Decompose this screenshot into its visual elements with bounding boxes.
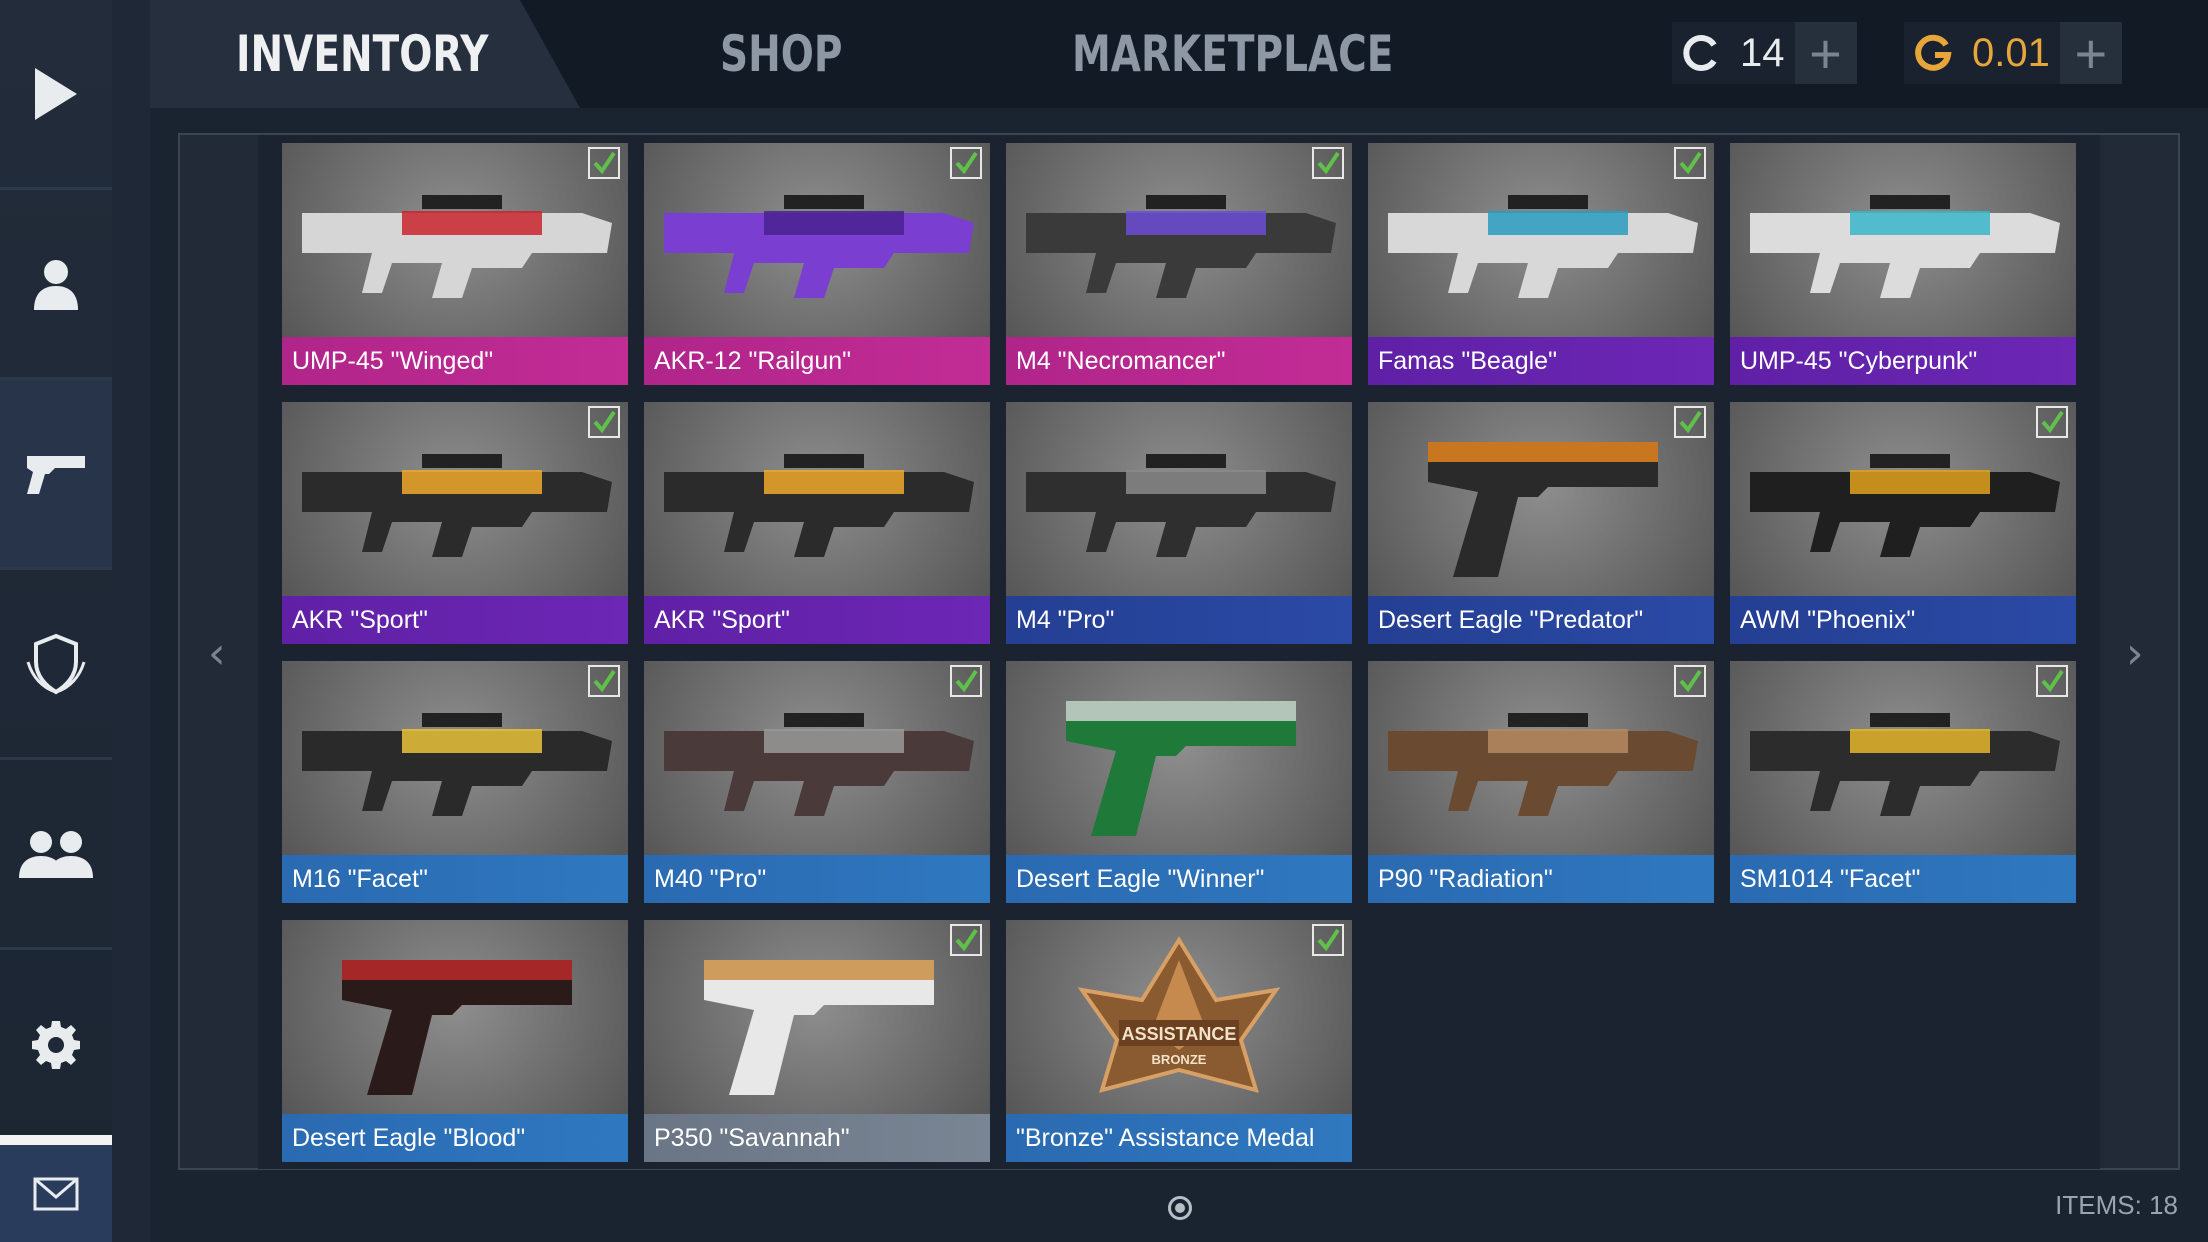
inventory-item-card[interactable]: M16 "Facet": [282, 661, 628, 903]
items-count: ITEMS: 18: [2055, 1190, 2178, 1220]
svg-text:ASSISTANCE: ASSISTANCE: [1122, 1024, 1237, 1044]
equipped-check-icon: [1674, 665, 1706, 697]
inventory-item-card[interactable]: P90 "Radiation": [1368, 661, 1714, 903]
svg-text:BRONZE: BRONZE: [1152, 1052, 1207, 1067]
item-name: M16 "Facet": [282, 855, 628, 903]
tab-marketplace[interactable]: MARKETPLACE: [1072, 22, 1393, 86]
weapon-image: [704, 960, 934, 1095]
item-name: M4 "Necromancer": [1006, 337, 1352, 385]
clan-button[interactable]: [0, 570, 112, 760]
item-name: AKR "Sport": [282, 596, 628, 644]
equipped-check-icon: [950, 665, 982, 697]
inventory-item-card[interactable]: AWM "Phoenix": [1730, 402, 2076, 644]
inventory-item-card[interactable]: Famas "Beagle": [1368, 143, 1714, 385]
inventory-item-card[interactable]: M4 "Pro": [1006, 402, 1352, 644]
inventory-item-card[interactable]: AKR-12 "Railgun": [644, 143, 990, 385]
inventory-item-card[interactable]: AKR "Sport": [282, 402, 628, 644]
friends-button[interactable]: [0, 760, 112, 950]
equipped-check-icon: [588, 147, 620, 179]
inventory-item-card[interactable]: UMP-45 "Cyberpunk": [1730, 143, 2076, 385]
item-name: Desert Eagle "Winner": [1006, 855, 1352, 903]
inventory-item-card[interactable]: SM1014 "Facet": [1730, 661, 2076, 903]
settings-icon: [32, 1021, 80, 1069]
item-name: UMP-45 "Winged": [282, 337, 628, 385]
weapon-image: [664, 195, 974, 298]
inventory-item-card[interactable]: P350 "Savannah": [644, 920, 990, 1162]
weapon-image: [1026, 454, 1336, 557]
add-credits-button[interactable]: +: [1794, 22, 1857, 85]
item-name: AWM "Phoenix": [1730, 596, 2076, 644]
inventory-item-card[interactable]: Desert Eagle "Predator": [1368, 402, 1714, 644]
inventory-item-card[interactable]: Desert Eagle "Blood": [282, 920, 628, 1162]
item-name: P90 "Radiation": [1368, 855, 1714, 903]
item-name: M4 "Pro": [1006, 596, 1352, 644]
prev-page-arrow[interactable]: ‹: [208, 628, 226, 679]
item-name: UMP-45 "Cyberpunk": [1730, 337, 2076, 385]
weapon-image: [302, 195, 612, 298]
equipped-check-icon: [2036, 665, 2068, 697]
equipped-check-icon: [1312, 147, 1344, 179]
equipped-check-icon: [2036, 406, 2068, 438]
item-name: Desert Eagle "Blood": [282, 1114, 628, 1162]
profile-icon: [34, 259, 78, 310]
credits-value: 14: [1740, 30, 1785, 75]
item-name: AKR "Sport": [644, 596, 990, 644]
credits-balance: 14 +: [1672, 22, 1857, 85]
item-name: Famas "Beagle": [1368, 337, 1714, 385]
inventory-item-card[interactable]: M40 "Pro": [644, 661, 990, 903]
weapon-image: [1428, 442, 1658, 577]
settings-button[interactable]: [0, 950, 112, 1140]
inventory-item-card[interactable]: UMP-45 "Winged": [282, 143, 628, 385]
play-button[interactable]: [0, 0, 112, 190]
inventory-nav-button[interactable]: [0, 380, 112, 570]
weapon-image: [1388, 195, 1698, 298]
inventory-item-card[interactable]: ASSISTANCE BRONZE "Bronze" Assistance Meda…: [1006, 920, 1352, 1162]
inventory-gun-icon: [27, 455, 85, 494]
inventory-item-card[interactable]: Desert Eagle "Winner": [1006, 661, 1352, 903]
credits-icon: [1672, 22, 1730, 84]
equipped-check-icon: [1674, 147, 1706, 179]
weapon-image: [1066, 701, 1296, 836]
weapon-image: [664, 713, 974, 816]
equipped-check-icon: [950, 924, 982, 956]
tab-shop[interactable]: SHOP: [720, 22, 842, 86]
equipped-check-icon: [950, 147, 982, 179]
item-name: AKR-12 "Railgun": [644, 337, 990, 385]
weapon-image: [1388, 713, 1698, 816]
page-indicator: [1168, 1196, 1192, 1220]
mail-button[interactable]: [0, 1135, 112, 1242]
clan-shield-icon: [26, 633, 86, 694]
weapon-image: [1026, 195, 1336, 298]
next-page-arrow[interactable]: ›: [2126, 628, 2144, 679]
play-icon: [35, 67, 77, 120]
equipped-check-icon: [1312, 924, 1344, 956]
mail-icon: [33, 1177, 79, 1210]
tab-inventory[interactable]: INVENTORY: [236, 22, 489, 86]
gold-value: 0.01: [1972, 30, 2050, 75]
gold-icon: [1904, 22, 1962, 84]
weapon-image: [664, 454, 974, 557]
weapon-image: [1750, 713, 2060, 816]
gold-balance: 0.01 +: [1904, 22, 2122, 85]
item-name: P350 "Savannah": [644, 1114, 990, 1162]
weapon-image: [342, 960, 572, 1095]
inventory-item-card[interactable]: AKR "Sport": [644, 402, 990, 644]
medal-image: ASSISTANCE BRONZE: [1077, 936, 1281, 1093]
equipped-check-icon: [1674, 406, 1706, 438]
weapon-image: [1750, 454, 2060, 557]
equipped-check-icon: [588, 665, 620, 697]
item-name: Desert Eagle "Predator": [1368, 596, 1714, 644]
equipped-check-icon: [588, 406, 620, 438]
weapon-image: [302, 454, 612, 557]
item-name: SM1014 "Facet": [1730, 855, 2076, 903]
weapon-image: [302, 713, 612, 816]
item-name: "Bronze" Assistance Medal: [1006, 1114, 1352, 1162]
sidebar: [0, 0, 150, 1242]
friends-icon: [19, 830, 93, 878]
item-name: M40 "Pro": [644, 855, 990, 903]
weapon-image: [1750, 195, 2060, 298]
inventory-item-card[interactable]: M4 "Necromancer": [1006, 143, 1352, 385]
add-gold-button[interactable]: +: [2059, 22, 2122, 85]
profile-button[interactable]: [0, 190, 112, 380]
